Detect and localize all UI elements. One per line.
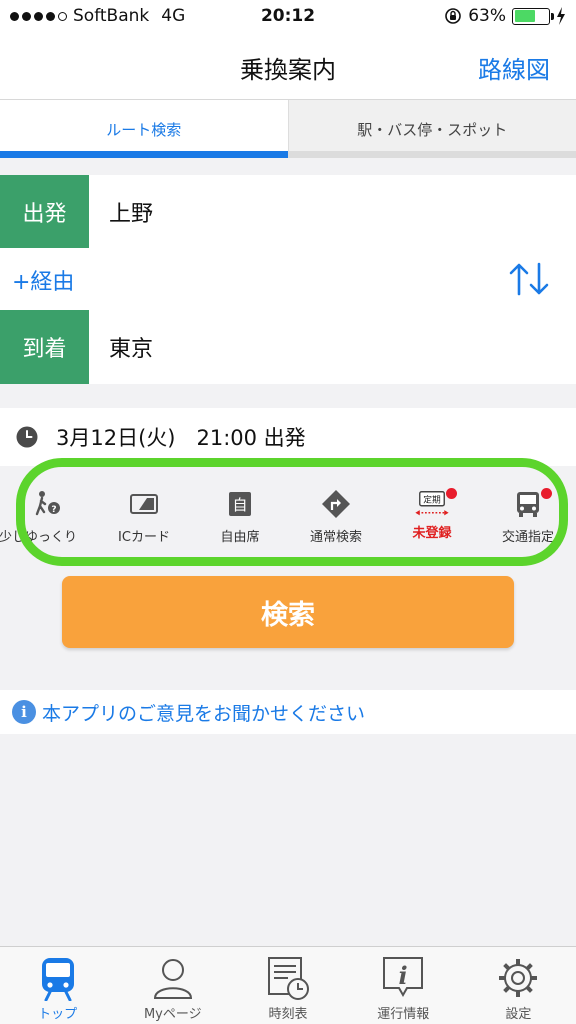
tab-route-search[interactable]: ルート検索 bbox=[0, 100, 288, 158]
svg-text:i: i bbox=[399, 961, 408, 990]
bus-icon bbox=[517, 492, 539, 517]
segmented-tabs: ルート検索 駅・バス停・スポット bbox=[0, 100, 576, 158]
battery-percent: 63% bbox=[468, 6, 506, 26]
option-free-seat[interactable]: 自 自由席 bbox=[192, 476, 288, 554]
tab-label: ルート検索 bbox=[106, 120, 182, 139]
info-icon: i bbox=[383, 957, 424, 998]
datetime-text: 3月12日(火) 21:00 出発 bbox=[56, 426, 306, 450]
tabbar-label: 時刻表 bbox=[268, 1007, 308, 1022]
tabbar-item-timetable[interactable]: 時刻表 bbox=[230, 947, 345, 1024]
tab-station-spot[interactable]: 駅・バス停・スポット bbox=[287, 100, 576, 158]
tabbar-item-settings[interactable]: 設定 bbox=[461, 947, 576, 1024]
feedback-text: 本アプリのご意見をお聞かせください bbox=[42, 702, 366, 725]
tab-indicator bbox=[288, 151, 576, 158]
tabbar-item-top[interactable]: トップ bbox=[0, 947, 115, 1024]
option-label: 未登録 bbox=[412, 526, 452, 541]
rotation-lock-icon bbox=[445, 8, 462, 24]
departure-label: 出発 bbox=[0, 175, 89, 249]
option-label: 少しゆっくり bbox=[0, 530, 77, 545]
route-map-button[interactable]: 路線図 bbox=[478, 50, 550, 85]
tabbar-label: Myページ bbox=[143, 1007, 202, 1022]
train-icon bbox=[41, 958, 74, 1001]
notification-dot bbox=[446, 488, 457, 499]
ic-card-icon bbox=[130, 494, 158, 514]
timetable-icon bbox=[268, 957, 309, 1000]
add-via-button[interactable]: +経由 bbox=[12, 264, 74, 296]
svg-text:自: 自 bbox=[232, 496, 247, 514]
option-commuter-pass[interactable]: 定期 未登録 bbox=[384, 476, 480, 554]
option-label: 通常検索 bbox=[309, 530, 362, 545]
gear-icon bbox=[499, 959, 538, 997]
tabbar-label: 運行情報 bbox=[377, 1007, 430, 1022]
arrival-label: 到着 bbox=[0, 310, 89, 384]
status-right: 63% bbox=[444, 6, 566, 26]
search-options-bar: ? 少しゆっくり ICカード 自 自由席 通常検索 定期 未登録 交通指定 bbox=[0, 476, 576, 554]
option-transport-select[interactable]: 交通指定 bbox=[480, 476, 576, 554]
departure-input[interactable]: 上野 bbox=[89, 175, 153, 249]
tab-label: 駅・バス停・スポット bbox=[357, 120, 508, 139]
option-label: 交通指定 bbox=[501, 530, 554, 545]
battery-fill bbox=[514, 10, 536, 22]
departure-row[interactable]: 出発 上野 bbox=[0, 175, 576, 249]
option-walking-speed[interactable]: ? 少しゆっくり bbox=[0, 476, 96, 554]
arrival-row[interactable]: 到着 東京 bbox=[0, 310, 576, 384]
commuter-pass-badge: 定期 bbox=[423, 494, 441, 506]
tabbar-label: トップ bbox=[38, 1007, 78, 1022]
option-label: ICカード bbox=[118, 530, 170, 545]
route-sign-icon bbox=[322, 490, 350, 518]
option-label: 自由席 bbox=[220, 530, 260, 545]
feedback-link[interactable]: i 本アプリのご意見をお聞かせください bbox=[0, 690, 576, 734]
status-bar: SoftBank 4G 20:12 63% bbox=[0, 0, 576, 34]
tab-indicator bbox=[0, 151, 288, 158]
charging-bolt-icon bbox=[557, 7, 565, 25]
notification-dot bbox=[541, 488, 552, 499]
walking-speed-icon: ? bbox=[35, 491, 60, 516]
datetime-row[interactable]: 3月12日(火) 21:00 出発 bbox=[0, 408, 576, 466]
swap-stations-icon[interactable] bbox=[508, 262, 550, 296]
tabbar-item-mypage[interactable]: Myページ bbox=[115, 947, 230, 1024]
arrival-input[interactable]: 東京 bbox=[89, 310, 153, 384]
tabbar-label: 設定 bbox=[505, 1007, 532, 1022]
via-row: +経由 bbox=[0, 248, 576, 310]
info-circle-icon: i bbox=[12, 700, 36, 724]
search-button[interactable]: 検索 bbox=[62, 576, 514, 648]
svg-text:?: ? bbox=[51, 505, 56, 515]
clock-icon bbox=[16, 426, 38, 448]
battery-icon bbox=[512, 7, 554, 25]
free-seat-icon: 自 bbox=[229, 492, 251, 516]
option-normal-search[interactable]: 通常検索 bbox=[288, 476, 384, 554]
option-ic-card[interactable]: ICカード bbox=[96, 476, 192, 554]
tabbar-item-service-info[interactable]: i 運行情報 bbox=[346, 947, 461, 1024]
nav-bar: 乗換案内 路線図 bbox=[0, 34, 576, 100]
user-icon bbox=[153, 959, 192, 999]
bottom-tab-bar: トップ Myページ 時刻表 i 運行情報 設定 bbox=[0, 946, 576, 1024]
